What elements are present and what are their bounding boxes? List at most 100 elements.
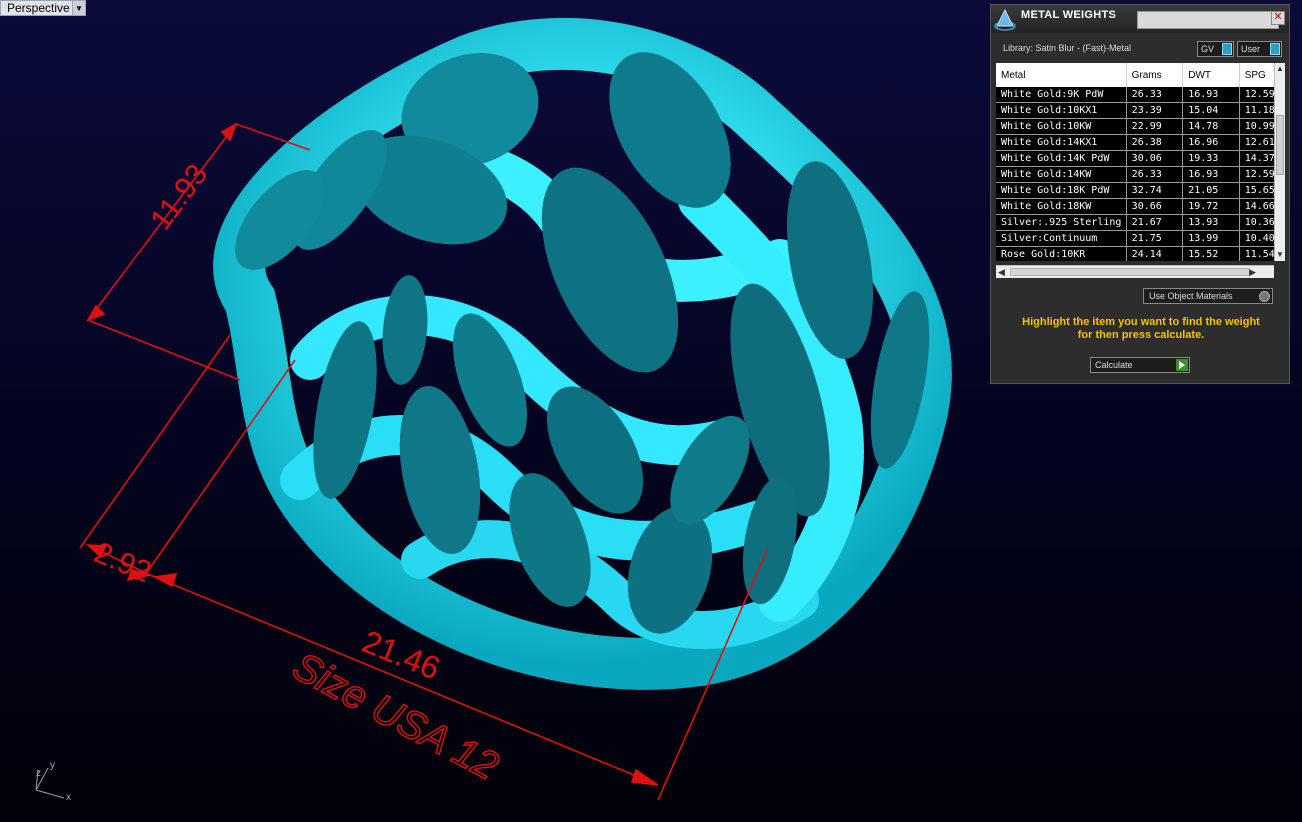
cell-spg: 12.59 bbox=[1239, 87, 1274, 103]
ring-model bbox=[213, 17, 952, 690]
cell-metal: White Gold:18K PdW bbox=[996, 182, 1127, 199]
scroll-right-icon[interactable]: ▶ bbox=[1249, 266, 1256, 278]
scroll-thumb[interactable] bbox=[1276, 115, 1284, 175]
cell-grams: 21.67 bbox=[1126, 214, 1184, 231]
table-header-row: Metal Grams DWT SPG bbox=[996, 63, 1274, 87]
gv-toggle-label: GV bbox=[1201, 44, 1215, 54]
metals-table: Metal Grams DWT SPG White Gold:9K PdW 26.… bbox=[996, 63, 1274, 261]
cell-spg: 10.36 bbox=[1239, 214, 1274, 231]
scroll-left-icon[interactable]: ◀ bbox=[998, 266, 1005, 278]
cell-grams: 30.66 bbox=[1126, 198, 1184, 215]
chevron-down-icon[interactable]: ▼ bbox=[72, 1, 85, 15]
viewport-name: Perspective bbox=[7, 1, 70, 15]
metal-weights-panel: METAL WEIGHTS ✕ Library: Satin Blur - (F… bbox=[990, 4, 1290, 384]
column-header-spg[interactable]: SPG bbox=[1239, 63, 1274, 87]
close-button[interactable]: ✕ bbox=[1271, 11, 1285, 25]
column-header-grams[interactable]: Grams bbox=[1126, 63, 1184, 87]
dim-label-height: 11.93 bbox=[144, 158, 214, 236]
cell-metal: White Gold:14K PdW bbox=[996, 150, 1127, 167]
panel-titlebar[interactable]: METAL WEIGHTS ✕ bbox=[991, 5, 1289, 33]
library-label: Library: Satin Blur - (Fast)-Metal bbox=[1003, 43, 1132, 53]
scroll-thumb[interactable] bbox=[1010, 268, 1250, 276]
cell-metal: White Gold:9K PdW bbox=[996, 87, 1127, 103]
axis-labels: x y z bbox=[36, 760, 71, 803]
cell-dwt: 19.33 bbox=[1182, 150, 1240, 167]
axis-x-line bbox=[35, 789, 65, 799]
instruction-text: Highlight the item you want to find the … bbox=[1001, 316, 1281, 342]
use-object-materials-toggle[interactable]: Use Object Materials bbox=[1143, 288, 1273, 304]
cell-dwt: 13.93 bbox=[1182, 214, 1240, 231]
cell-grams: 26.33 bbox=[1126, 87, 1184, 103]
cell-spg: 14.37 bbox=[1239, 150, 1274, 167]
instruction-line-1: Highlight the item you want to find the … bbox=[1022, 316, 1260, 328]
table-row[interactable]: White Gold:14KW 26.33 16.93 12.59 bbox=[996, 166, 1274, 183]
calculate-button[interactable]: Calculate bbox=[1090, 357, 1190, 373]
cell-dwt: 19.72 bbox=[1182, 198, 1240, 215]
cell-dwt: 16.96 bbox=[1182, 134, 1240, 151]
scroll-down-icon[interactable]: ▼ bbox=[1275, 249, 1285, 261]
table-vertical-scrollbar[interactable]: ▲ ▼ bbox=[1274, 63, 1285, 261]
calculate-label: Calculate bbox=[1095, 360, 1133, 370]
arrowhead bbox=[152, 573, 178, 588]
axis-z-label: z bbox=[36, 768, 41, 779]
extension-line bbox=[79, 334, 231, 549]
table-row[interactable]: Rose Gold:10KR 24.14 15.52 11.54 bbox=[996, 246, 1274, 261]
column-header-metal[interactable]: Metal bbox=[996, 63, 1127, 87]
pyramid-logo-icon bbox=[994, 8, 1016, 31]
extension-line bbox=[87, 319, 241, 381]
play-icon bbox=[1176, 359, 1188, 371]
user-toggle[interactable]: User bbox=[1237, 41, 1282, 57]
scroll-up-icon[interactable]: ▲ bbox=[1275, 63, 1285, 75]
radio-knob-icon bbox=[1259, 290, 1270, 302]
cell-grams: 32.74 bbox=[1126, 182, 1184, 199]
cell-metal: White Gold:18KW bbox=[996, 198, 1127, 215]
metals-table-body: White Gold:9K PdW 26.33 16.93 12.59 White G… bbox=[996, 87, 1274, 261]
axis-x-label: x bbox=[66, 792, 71, 803]
dim-label-thickness: 2.92 bbox=[89, 536, 156, 589]
cell-spg: 12.59 bbox=[1239, 166, 1274, 183]
arrowhead bbox=[630, 768, 659, 786]
cell-metal: White Gold:10KW bbox=[996, 118, 1127, 135]
table-row[interactable]: Silver:.925 Sterling 21.67 13.93 10.36 bbox=[996, 214, 1274, 231]
link-face bbox=[382, 275, 428, 385]
table-row[interactable]: White Gold:10KX1 23.39 15.04 11.18 bbox=[996, 102, 1274, 119]
panel-title: METAL WEIGHTS bbox=[1021, 9, 1117, 21]
cell-dwt: 16.93 bbox=[1182, 87, 1240, 103]
cell-metal: White Gold:10KX1 bbox=[996, 102, 1127, 119]
cell-grams: 24.14 bbox=[1126, 246, 1184, 261]
cell-spg: 12.61 bbox=[1239, 134, 1274, 151]
toggle-knob bbox=[1270, 43, 1280, 55]
viewport-name-tab[interactable]: Perspective ▼ bbox=[0, 0, 86, 16]
table-row[interactable]: White Gold:14KX1 26.38 16.96 12.61 bbox=[996, 134, 1274, 151]
cell-metal: Silver:Continuum bbox=[996, 230, 1127, 247]
table-row[interactable]: White Gold:9K PdW 26.33 16.93 12.59 bbox=[996, 87, 1274, 103]
cell-grams: 23.39 bbox=[1126, 102, 1184, 119]
cell-spg: 11.18 bbox=[1239, 102, 1274, 119]
table-row[interactable]: White Gold:18K PdW 32.74 21.05 15.65 bbox=[996, 182, 1274, 199]
cell-metal: White Gold:14KW bbox=[996, 166, 1127, 183]
metals-table-container[interactable]: Metal Grams DWT SPG White Gold:9K PdW 26.… bbox=[996, 63, 1274, 261]
cell-dwt: 15.52 bbox=[1182, 246, 1240, 261]
arrowhead bbox=[86, 304, 106, 322]
column-header-dwt[interactable]: DWT bbox=[1182, 63, 1240, 87]
cell-grams: 26.33 bbox=[1126, 166, 1184, 183]
axis-y-label: y bbox=[50, 760, 55, 771]
cell-grams: 26.38 bbox=[1126, 134, 1184, 151]
table-row[interactable]: White Gold:18KW 30.66 19.72 14.66 bbox=[996, 198, 1274, 215]
gv-toggle[interactable]: GV bbox=[1197, 41, 1234, 57]
cell-grams: 21.75 bbox=[1126, 230, 1184, 247]
instruction-line-2: for then press calculate. bbox=[1077, 329, 1205, 341]
toggle-knob bbox=[1222, 43, 1232, 55]
cell-spg: 10.40 bbox=[1239, 230, 1274, 247]
table-row[interactable]: White Gold:10KW 22.99 14.78 10.99 bbox=[996, 118, 1274, 135]
user-toggle-label: User bbox=[1241, 44, 1261, 54]
cell-grams: 22.99 bbox=[1126, 118, 1184, 135]
cell-spg: 10.99 bbox=[1239, 118, 1274, 135]
table-horizontal-scrollbar[interactable]: ◀ ▶ bbox=[996, 265, 1274, 278]
cell-dwt: 15.04 bbox=[1182, 102, 1240, 119]
cell-metal: Rose Gold:10KR bbox=[996, 246, 1127, 261]
table-row[interactable]: White Gold:14K PdW 30.06 19.33 14.37 bbox=[996, 150, 1274, 167]
table-row[interactable]: Silver:Continuum 21.75 13.99 10.40 bbox=[996, 230, 1274, 247]
title-strip bbox=[1137, 11, 1279, 29]
cell-dwt: 13.99 bbox=[1182, 230, 1240, 247]
